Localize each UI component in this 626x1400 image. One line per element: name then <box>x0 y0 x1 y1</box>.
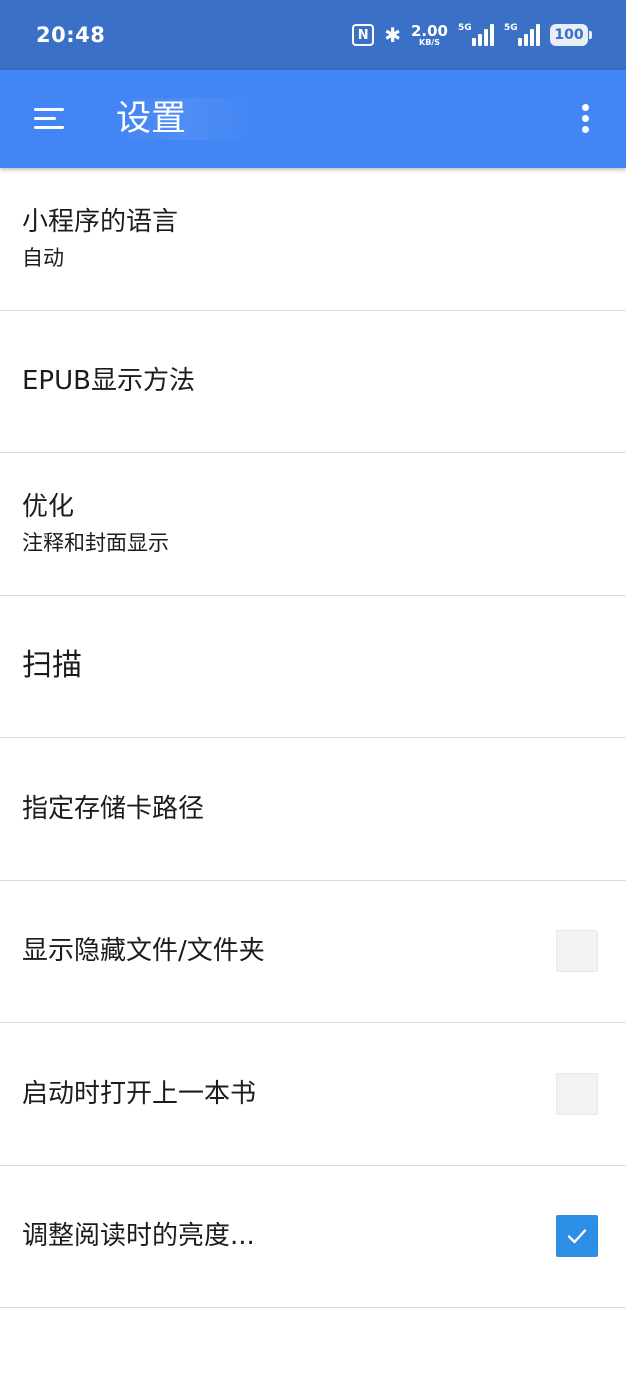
setting-title: 优化 <box>22 491 75 522</box>
setting-title: 扫描 <box>22 648 82 684</box>
signal-icon: 5G <box>458 23 494 46</box>
setting-reading-brightness[interactable]: 调整阅读时的亮度... <box>0 1166 626 1308</box>
reading-brightness-checkbox[interactable] <box>556 1215 598 1258</box>
setting-epub-display[interactable]: EPUB显示方法 <box>0 311 626 453</box>
more-vert-icon[interactable] <box>580 104 590 134</box>
network-speed: 2.00 KB/S <box>410 21 448 47</box>
setting-subtitle: 自动 <box>22 245 64 270</box>
status-bar: 20:48 N ✱ 2.00 KB/S 5G 5G 100 <box>0 0 626 70</box>
setting-storage-path[interactable]: 指定存储卡路径 <box>0 738 626 881</box>
setting-optimization[interactable]: 优化 注释和封面显示 <box>0 453 626 596</box>
setting-open-last-book[interactable]: 启动时打开上一本书 <box>0 1023 626 1166</box>
show-hidden-files-checkbox[interactable] <box>556 930 598 973</box>
hamburger-icon[interactable] <box>34 108 64 130</box>
setting-scan[interactable]: 扫描 <box>0 596 626 738</box>
signal-network-type: 5G <box>458 23 472 33</box>
status-icons: N ✱ 2.00 KB/S 5G 5G 100 <box>352 21 592 47</box>
setting-subtitle: 注释和封面显示 <box>22 530 169 555</box>
status-time: 20:48 <box>36 23 106 47</box>
setting-app-language[interactable]: 小程序的语言 自动 <box>0 168 626 311</box>
setting-title: 调整阅读时的亮度... <box>22 1221 255 1252</box>
settings-list: 小程序的语言 自动 EPUB显示方法 优化 注释和封面显示 扫描 指定存储卡路径… <box>0 168 626 1308</box>
network-speed-unit: KB/S <box>419 37 440 47</box>
setting-title: 指定存储卡路径 <box>22 793 205 824</box>
setting-show-hidden-files[interactable]: 显示隐藏文件/文件夹 <box>0 881 626 1023</box>
open-last-book-checkbox[interactable] <box>556 1072 598 1115</box>
nfc-icon: N <box>352 24 375 46</box>
page-title: 设置 <box>116 98 257 140</box>
app-bar: 设置 <box>0 70 626 168</box>
bluetooth-icon: ✱ <box>384 23 401 47</box>
network-speed-value: 2.00 <box>410 21 448 40</box>
setting-title: 显示隐藏文件/文件夹 <box>22 936 265 967</box>
check-icon <box>567 1229 587 1244</box>
battery-icon: 100 <box>550 24 592 46</box>
signal-icon: 5G <box>504 23 540 46</box>
setting-title: 小程序的语言 <box>22 206 179 237</box>
setting-title: EPUB显示方法 <box>22 366 195 397</box>
setting-title: 启动时打开上一本书 <box>22 1078 257 1109</box>
signal-network-type: 5G <box>504 23 518 33</box>
